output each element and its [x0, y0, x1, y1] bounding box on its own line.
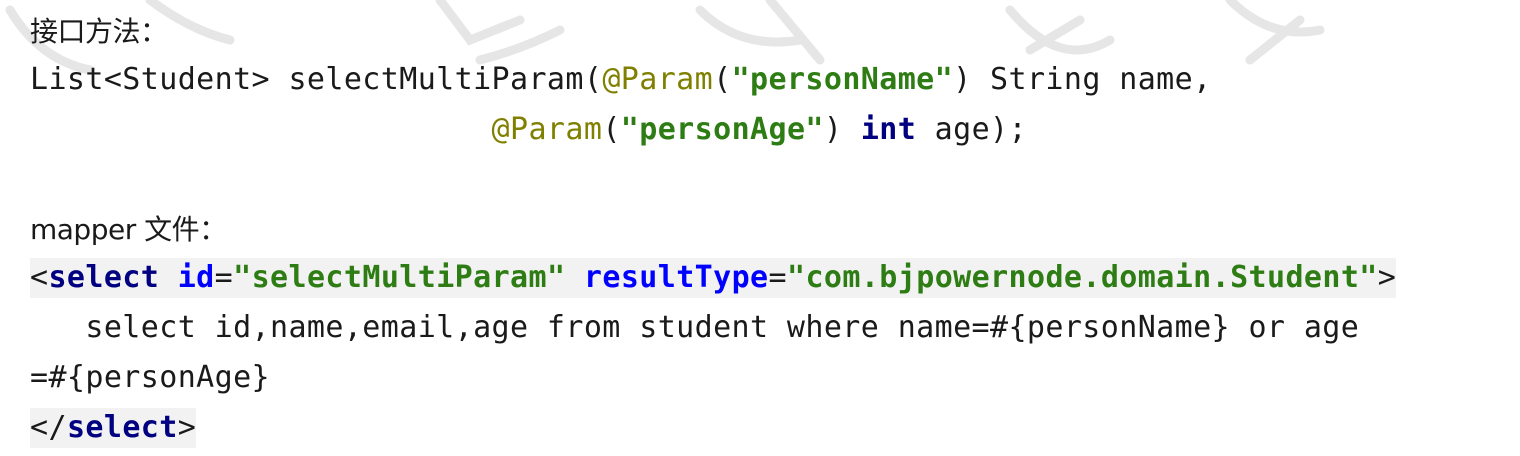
code-text: List<Student> selectMultiParam(: [30, 62, 603, 97]
code-text: ): [823, 112, 861, 147]
code-text: age);: [916, 112, 1027, 147]
interface-code-line-2: @Param("personAge") int age);: [30, 110, 1027, 150]
xml-attr-value: "com.bjpowernode.domain.Student": [787, 260, 1378, 295]
mapper-sql-line-1: select id,name,email,age from student wh…: [30, 310, 1360, 345]
mapper-sql-line-2: =#{personAge}: [30, 360, 270, 395]
code-text: (: [602, 112, 621, 147]
mapper-open-tag-line: <select id="selectMultiParam" resultType…: [30, 258, 1397, 298]
code-text: (: [713, 62, 732, 97]
string-literal: "personName": [731, 62, 954, 97]
interface-code-line-1: List<Student> selectMultiParam(@Param("p…: [30, 60, 1212, 100]
param-annotation: @Param: [491, 112, 603, 147]
mapper-close-tag-line: </select>: [30, 408, 197, 448]
code-text: =: [214, 260, 234, 295]
xml-attr-value: "selectMultiParam": [233, 260, 566, 295]
code-text: ) String name,: [953, 62, 1212, 97]
code-text: =: [768, 260, 787, 295]
string-literal: "personAge": [620, 112, 824, 147]
keyword-int: int: [860, 112, 917, 147]
interface-method-label: 接口方法：: [30, 15, 168, 48]
xml-tag-name: select: [66, 410, 178, 445]
xml-bracket: >: [177, 410, 197, 445]
param-annotation: @Param: [602, 62, 714, 97]
xml-attr-name: resultType: [583, 260, 769, 295]
document-page: 接口方法： List<Student> selectMultiParam(@Pa…: [0, 0, 1520, 456]
xml-bracket: </: [30, 410, 67, 445]
xml-attr-name: id: [177, 260, 215, 295]
xml-tag-name: select: [48, 260, 160, 295]
xml-bracket: <: [30, 260, 49, 295]
xml-bracket: >: [1377, 260, 1397, 295]
mapper-file-label: mapper 文件：: [30, 213, 227, 246]
